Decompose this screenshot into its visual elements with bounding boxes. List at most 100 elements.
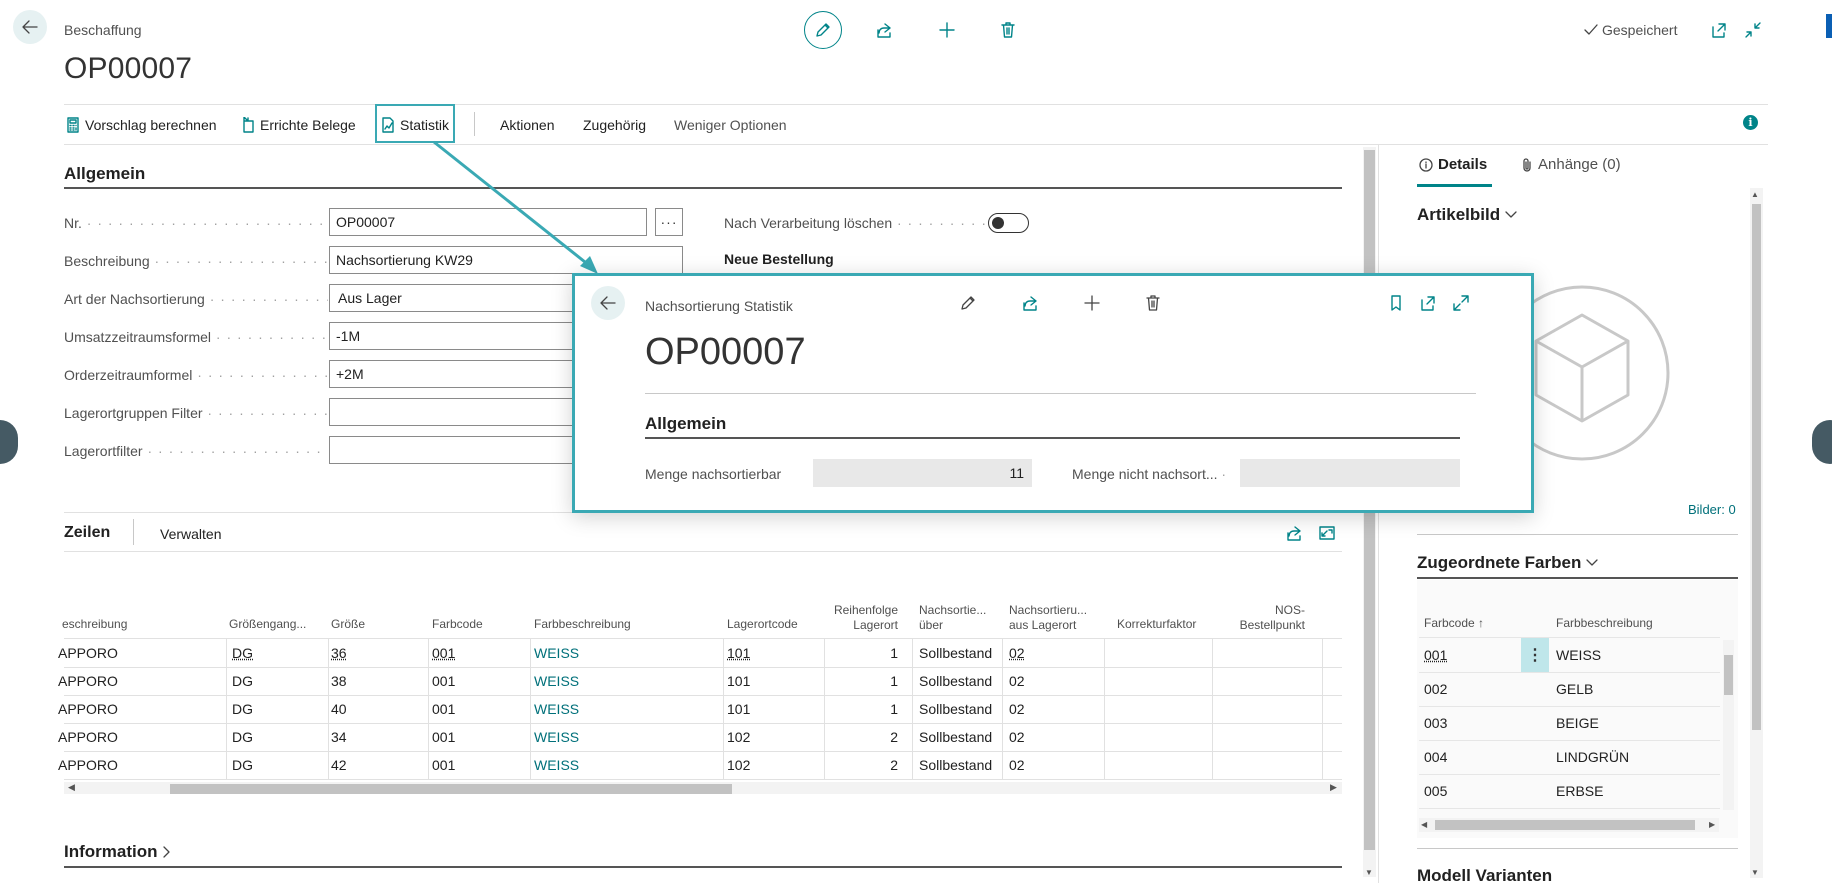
color-code[interactable]: 001 xyxy=(1424,647,1447,663)
table-cell[interactable]: Sollbestand xyxy=(919,757,992,773)
scroll-up-icon[interactable]: ▲ xyxy=(1751,190,1759,199)
col-header[interactable]: Nachsortie... über xyxy=(919,603,986,633)
nr-assist-button[interactable]: ··· xyxy=(655,208,683,236)
share-button[interactable] xyxy=(869,15,899,45)
color-code[interactable]: 003 xyxy=(1424,715,1447,731)
action-fewer-options[interactable]: Weniger Optionen xyxy=(674,116,787,134)
table-cell[interactable]: WEISS xyxy=(534,757,579,773)
dialog-section-title[interactable]: Allgemein xyxy=(645,414,726,434)
table-cell[interactable]: 001 xyxy=(432,701,455,717)
table-cell[interactable]: APPORO xyxy=(58,757,118,773)
section-title-general[interactable]: Allgemein xyxy=(64,164,145,184)
action-calculate-suggestion[interactable]: Vorschlag berechnen xyxy=(66,116,217,134)
table-cell[interactable]: 38 xyxy=(331,673,347,689)
table-cell[interactable]: 101 xyxy=(727,701,750,717)
table-cell[interactable]: 102 xyxy=(727,729,750,745)
table-cell[interactable]: 001 xyxy=(432,757,455,773)
info-icon[interactable]: i xyxy=(1743,115,1758,130)
table-cell[interactable]: WEISS xyxy=(534,701,579,717)
delete-button[interactable] xyxy=(993,15,1023,45)
scroll-right-icon[interactable]: ▶ xyxy=(1330,782,1337,793)
color-code[interactable]: 005 xyxy=(1424,783,1447,799)
table-cell[interactable]: 02 xyxy=(1009,701,1025,717)
table-cell[interactable]: 40 xyxy=(331,701,347,717)
table-cell[interactable]: 42 xyxy=(331,757,347,773)
tab-manage[interactable]: Verwalten xyxy=(160,526,221,542)
color-code[interactable]: 002 xyxy=(1424,681,1447,697)
col-header[interactable]: Größengang... xyxy=(229,617,306,632)
table-cell[interactable]: 001 xyxy=(432,729,455,745)
table-cell[interactable]: 1 xyxy=(822,701,898,717)
scroll-left-icon[interactable]: ◀ xyxy=(68,782,75,793)
table-cell[interactable]: 34 xyxy=(331,729,347,745)
col-header[interactable]: eschreibung xyxy=(62,617,127,632)
action-menu-related[interactable]: Zugehörig xyxy=(583,116,646,134)
table-cell[interactable]: Sollbestand xyxy=(919,645,992,661)
table-cell[interactable]: 001 xyxy=(432,673,455,689)
pictures-count[interactable]: Bilder: 0 xyxy=(1688,502,1736,517)
open-new-window-button[interactable] xyxy=(1704,15,1734,45)
table-cell[interactable]: 2 xyxy=(822,729,898,745)
dialog-back-button[interactable] xyxy=(591,286,625,320)
table-cell[interactable]: 02 xyxy=(1009,673,1025,689)
col-header[interactable]: Farbcode xyxy=(432,617,483,632)
lines-share-button[interactable] xyxy=(1279,518,1309,548)
tab-attachments[interactable]: Anhänge (0) xyxy=(1521,156,1621,173)
table-cell[interactable]: 001 xyxy=(432,645,455,661)
table-cell[interactable]: 36 xyxy=(331,645,347,661)
table-cell[interactable]: 02 xyxy=(1009,645,1025,661)
colors-horizontal-scroll-thumb[interactable] xyxy=(1435,820,1695,830)
picture-section-title[interactable]: Artikelbild xyxy=(1417,205,1518,225)
right-pane-scroll-thumb[interactable] xyxy=(1752,204,1761,730)
table-cell[interactable]: WEISS xyxy=(534,729,579,745)
scroll-down-icon[interactable]: ▼ xyxy=(1365,868,1373,877)
dialog-edit-button[interactable] xyxy=(953,288,983,318)
variants-section-title[interactable]: Modell Varianten xyxy=(1417,866,1552,883)
table-cell[interactable]: DG xyxy=(232,673,253,689)
table-cell[interactable]: 2 xyxy=(822,757,898,773)
row-menu-button[interactable]: ⋮ xyxy=(1521,638,1549,672)
dialog-share-button[interactable] xyxy=(1015,288,1045,318)
dialog-expand-button[interactable] xyxy=(1446,288,1476,318)
table-cell[interactable]: DG xyxy=(232,645,253,661)
dialog-delete-button[interactable] xyxy=(1138,288,1168,318)
tab-details[interactable]: Details xyxy=(1419,156,1487,173)
previous-record-button[interactable] xyxy=(0,420,18,464)
new-button[interactable] xyxy=(932,15,962,45)
delete-after-processing-toggle[interactable] xyxy=(988,213,1029,233)
table-cell[interactable]: WEISS xyxy=(534,645,579,661)
table-cell[interactable]: Sollbestand xyxy=(919,701,992,717)
col-header[interactable]: NOS- Bestellpunkt xyxy=(1225,603,1305,633)
col-header[interactable]: Nachsortieru... aus Lagerort xyxy=(1009,603,1087,633)
col-header[interactable]: Lagerortcode xyxy=(727,617,798,632)
edit-button[interactable] xyxy=(804,11,842,49)
dialog-open-new-window-button[interactable] xyxy=(1413,288,1443,318)
table-cell[interactable]: 1 xyxy=(822,645,898,661)
table-cell[interactable]: 101 xyxy=(727,645,750,661)
table-cell[interactable]: 102 xyxy=(727,757,750,773)
table-cell[interactable]: 101 xyxy=(727,673,750,689)
color-code[interactable]: 004 xyxy=(1424,749,1447,765)
col-header[interactable]: Farbbeschreibung xyxy=(534,617,631,632)
table-cell[interactable]: 1 xyxy=(822,673,898,689)
table-cell[interactable]: APPORO xyxy=(58,729,118,745)
tab-lines[interactable]: Zeilen xyxy=(64,524,110,542)
table-cell[interactable]: Sollbestand xyxy=(919,673,992,689)
colors-section-title[interactable]: Zugeordnete Farben xyxy=(1417,553,1599,573)
col-header[interactable]: Reihenfolge Lagerort xyxy=(822,603,898,633)
action-create-documents[interactable]: Errichte Belege xyxy=(241,116,356,134)
action-menu-actions[interactable]: Aktionen xyxy=(500,116,554,134)
scroll-left-icon[interactable]: ◀ xyxy=(1421,820,1427,829)
table-cell[interactable]: 02 xyxy=(1009,757,1025,773)
table-cell[interactable]: 02 xyxy=(1009,729,1025,745)
col-header-color-description[interactable]: Farbbeschreibung xyxy=(1556,616,1653,631)
section-title-information[interactable]: Information xyxy=(64,842,172,862)
dialog-bookmark-button[interactable] xyxy=(1381,288,1411,318)
col-header[interactable]: Größe xyxy=(331,617,365,632)
table-cell[interactable]: APPORO xyxy=(58,673,118,689)
table-cell[interactable]: APPORO xyxy=(58,701,118,717)
table-cell[interactable]: DG xyxy=(232,729,253,745)
next-record-button[interactable] xyxy=(1812,420,1832,464)
table-cell[interactable]: APPORO xyxy=(58,645,118,661)
qty-not-sortable-field[interactable] xyxy=(1240,459,1460,487)
